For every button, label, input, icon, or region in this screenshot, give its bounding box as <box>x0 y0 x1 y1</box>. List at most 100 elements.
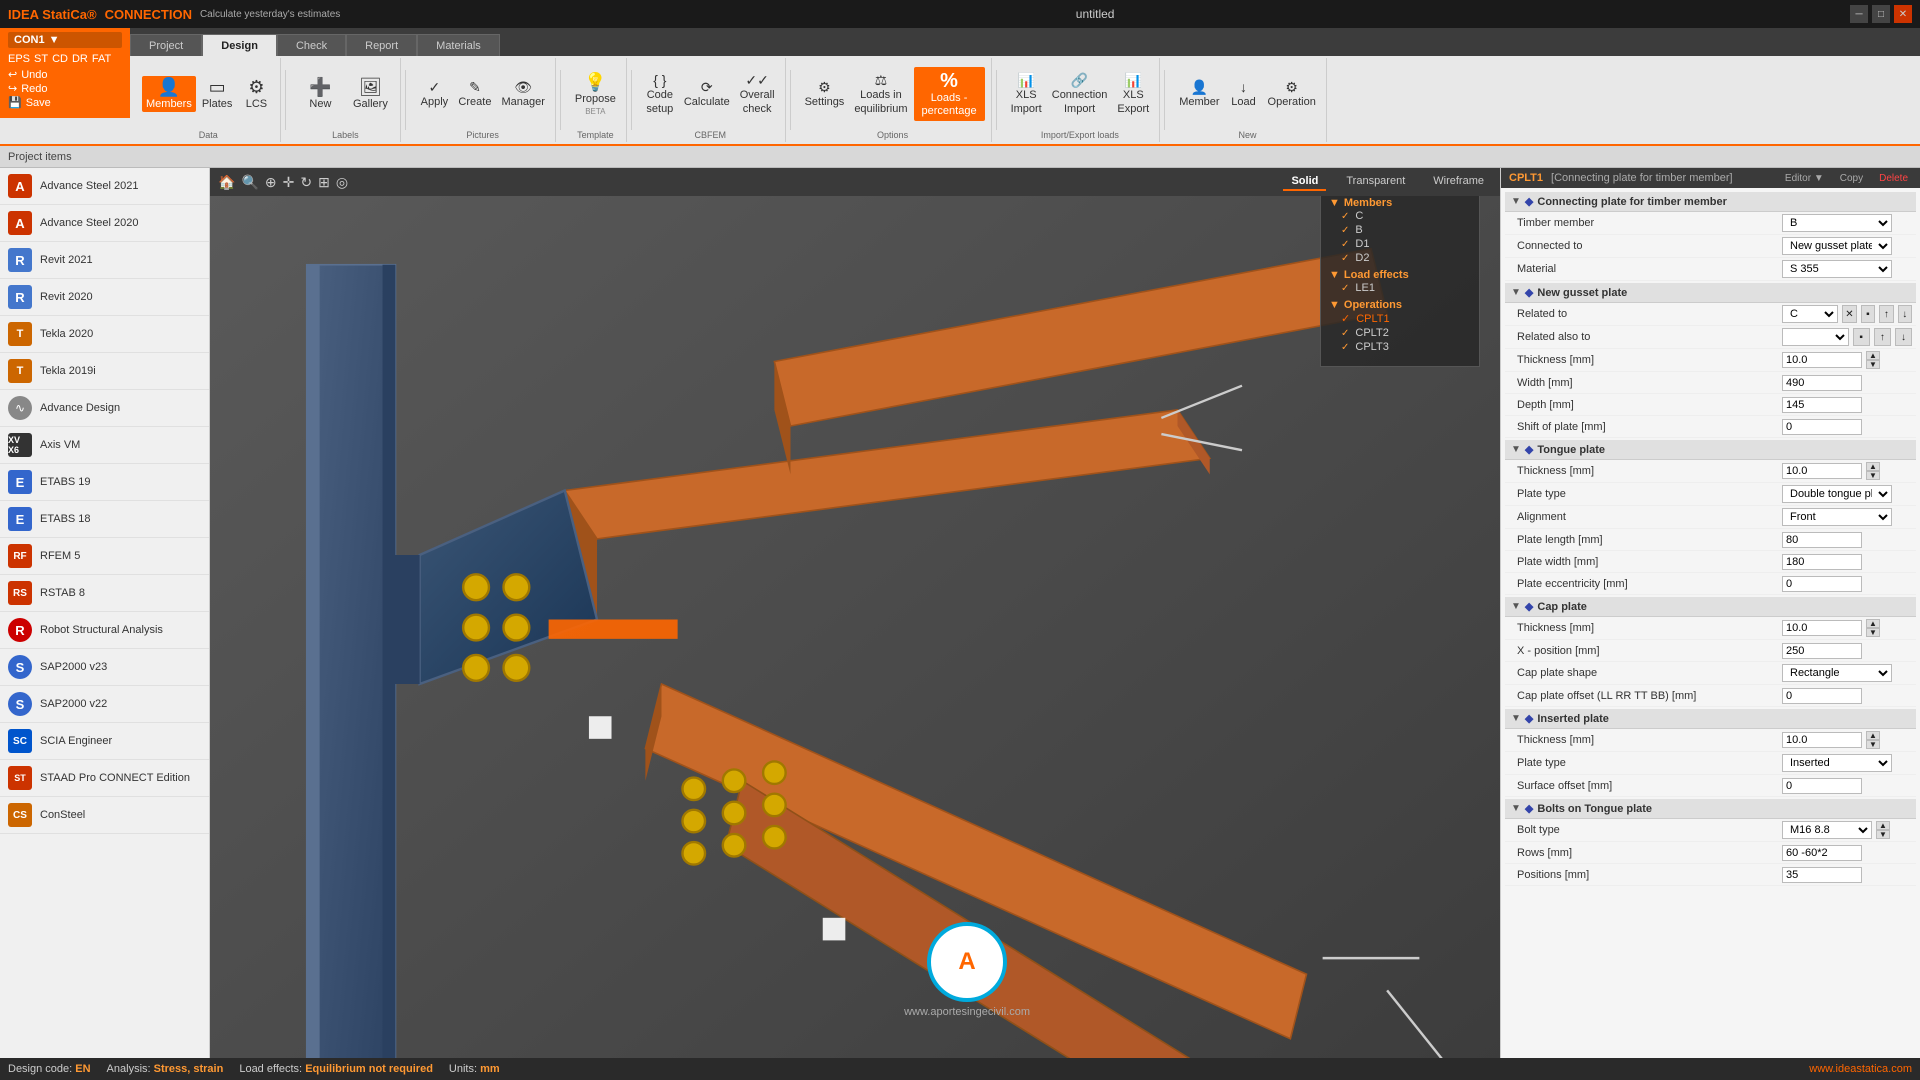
solid-view-button[interactable]: Solid <box>1283 173 1326 191</box>
wireframe-view-button[interactable]: Wireframe <box>1425 173 1492 191</box>
x-position-input[interactable] <box>1782 643 1862 659</box>
gusset-depth-input[interactable] <box>1782 397 1862 413</box>
surface-offset-input[interactable] <box>1782 778 1862 794</box>
bolt-type-value[interactable]: M16 8.8 ▲ ▼ <box>1782 821 1912 839</box>
settings-button[interactable]: ⚙ Settings <box>801 78 849 110</box>
sidebar-item-scia-engineer[interactable]: SC SCIA Engineer <box>0 723 209 760</box>
new-operation-button[interactable]: ⚙ Operation <box>1264 78 1320 110</box>
section-inserted-plate-header[interactable]: ▼ ◆ Inserted plate <box>1505 709 1916 729</box>
manager-button[interactable]: 👁 Manager <box>497 78 548 110</box>
undo-button[interactable]: ↩Undo <box>8 68 122 81</box>
connected-to-value[interactable]: New gusset plate <box>1782 237 1912 255</box>
section-connecting-plate-header[interactable]: ▼ ◆ Connecting plate for timber member <box>1505 192 1916 212</box>
calculate-button[interactable]: ⟳ Calculate <box>680 78 734 110</box>
gallery-button[interactable]: 🖼 Gallery <box>346 76 394 112</box>
gusset-thickness-down[interactable]: ▼ <box>1866 360 1880 369</box>
sidebar-item-staad-pro[interactable]: ST STAAD Pro CONNECT Edition <box>0 760 209 797</box>
sidebar-item-sap2000-v23[interactable]: S SAP2000 v23 <box>0 649 209 686</box>
tab-design[interactable]: Design <box>202 34 277 56</box>
eps-button[interactable]: EPS <box>8 53 30 65</box>
rows-input[interactable] <box>1782 845 1862 861</box>
section-cap-plate-header[interactable]: ▼ ◆ Cap plate <box>1505 597 1916 617</box>
gusset-width-value[interactable] <box>1782 375 1912 391</box>
sidebar-item-tekla-2019i[interactable]: T Tekla 2019i <box>0 353 209 390</box>
inserted-plate-type-value[interactable]: Inserted <box>1782 754 1912 772</box>
editor-button[interactable]: Editor ▼ <box>1781 173 1828 184</box>
inserted-thickness-value[interactable]: ▲ ▼ <box>1782 731 1912 749</box>
related-also-up-btn[interactable]: ↑ <box>1874 328 1891 346</box>
cplt2-item[interactable]: ✓ CPLT2 <box>1329 326 1471 340</box>
tongue-thickness-down[interactable]: ▼ <box>1866 471 1880 480</box>
filter-button[interactable]: ◎ <box>336 174 348 191</box>
positions-value[interactable] <box>1782 867 1912 883</box>
gusset-thickness-input[interactable] <box>1782 352 1862 368</box>
bolt-type-select[interactable]: M16 8.8 <box>1782 821 1872 839</box>
inserted-thickness-up[interactable]: ▲ <box>1866 731 1880 740</box>
lcs-button[interactable]: ⚙ LCS <box>238 76 274 112</box>
gusset-width-input[interactable] <box>1782 375 1862 391</box>
bolt-type-up[interactable]: ▲ <box>1876 821 1890 830</box>
related-to-value[interactable]: C ✕ ▪ ↑ ↓ <box>1782 305 1912 323</box>
dr-button[interactable]: DR <box>72 53 88 65</box>
related-to-x-btn[interactable]: ✕ <box>1842 305 1856 323</box>
zoom-button[interactable]: ⊕ <box>265 174 277 191</box>
home-button[interactable]: 🏠 <box>218 174 235 191</box>
plate-length-value[interactable] <box>1782 532 1912 548</box>
plate-length-input[interactable] <box>1782 532 1862 548</box>
plate-type-select[interactable]: Double tongue plate <box>1782 485 1892 503</box>
canvas-area[interactable]: 🏠 🔍 ⊕ ✛ ↻ ⊞ ◎ Solid Transparent Wirefram… <box>210 168 1500 1058</box>
plate-width-value[interactable] <box>1782 554 1912 570</box>
material-select[interactable]: S 355 <box>1782 260 1892 278</box>
sidebar-item-advance-steel-2020[interactable]: A Advance Steel 2020 <box>0 205 209 242</box>
sidebar-item-revit-2020[interactable]: R Revit 2020 <box>0 279 209 316</box>
tab-project[interactable]: Project <box>130 34 202 56</box>
cplt3-item[interactable]: ✓ CPLT3 <box>1329 340 1471 354</box>
fat-button[interactable]: FAT <box>92 53 111 65</box>
search-button[interactable]: 🔍 <box>241 174 258 191</box>
related-to-down-btn[interactable]: ↓ <box>1898 305 1912 323</box>
sidebar-item-sap2000-v22[interactable]: S SAP2000 v22 <box>0 686 209 723</box>
xls-export-button[interactable]: 📊 XLS Export <box>1113 71 1153 117</box>
sidebar-item-consteel[interactable]: CS ConSteel <box>0 797 209 834</box>
timber-member-value[interactable]: B <box>1782 214 1912 232</box>
members-tree-header[interactable]: ▼ Members <box>1329 197 1471 209</box>
redo-button[interactable]: ↪Redo <box>8 82 122 95</box>
cd-button[interactable]: CD <box>52 53 68 65</box>
member-d2[interactable]: ✓ D2 <box>1329 251 1471 265</box>
plates-button[interactable]: ▭ Plates <box>198 76 237 112</box>
related-also-down-btn[interactable]: ↓ <box>1895 328 1912 346</box>
tongue-thickness-input[interactable] <box>1782 463 1862 479</box>
bolt-type-down[interactable]: ▼ <box>1876 830 1890 839</box>
sidebar-item-advance-steel-2021[interactable]: A Advance Steel 2021 <box>0 168 209 205</box>
gusset-thickness-up[interactable]: ▲ <box>1866 351 1880 360</box>
related-to-select[interactable]: C <box>1782 305 1838 323</box>
member-d1[interactable]: ✓ D1 <box>1329 237 1471 251</box>
le1-item[interactable]: ✓ LE1 <box>1329 281 1471 295</box>
overall-check-button[interactable]: ✓✓ Overall check <box>736 71 779 117</box>
delete-panel-button[interactable]: Delete <box>1875 173 1912 184</box>
sidebar-item-axis-vm[interactable]: XV X6 Axis VM <box>0 427 209 464</box>
minimize-button[interactable]: ─ <box>1850 5 1868 23</box>
sidebar-item-rstab-8[interactable]: RS RSTAB 8 <box>0 575 209 612</box>
propose-button[interactable]: 💡 Propose BETA <box>571 71 620 118</box>
section-tongue-plate-header[interactable]: ▼ ◆ Tongue plate <box>1505 440 1916 460</box>
tab-materials[interactable]: Materials <box>417 34 500 56</box>
plate-type-value[interactable]: Double tongue plate <box>1782 485 1912 503</box>
cap-plate-shape-select[interactable]: Rectangle <box>1782 664 1892 682</box>
transparent-view-button[interactable]: Transparent <box>1338 173 1413 191</box>
tongue-thickness-value[interactable]: ▲ ▼ <box>1782 462 1912 480</box>
tongue-thickness-up[interactable]: ▲ <box>1866 462 1880 471</box>
member-c[interactable]: ✓ C <box>1329 209 1471 223</box>
st-button[interactable]: ST <box>34 53 48 65</box>
members-button[interactable]: 👤 Members <box>142 76 196 112</box>
alignment-value[interactable]: Front <box>1782 508 1912 526</box>
cap-plate-offset-value[interactable] <box>1782 688 1912 704</box>
cap-thickness-down[interactable]: ▼ <box>1866 628 1880 637</box>
tab-report[interactable]: Report <box>346 34 417 56</box>
new-label-button[interactable]: ➕ New <box>296 76 344 112</box>
load-effects-tree-header[interactable]: ▼ Load effects <box>1329 269 1471 281</box>
loads-percentage-button[interactable]: % Loads - percentage <box>914 67 985 121</box>
sidebar-item-etabs-18[interactable]: E ETABS 18 <box>0 501 209 538</box>
section-bolts-tongue-header[interactable]: ▼ ◆ Bolts on Tongue plate <box>1505 799 1916 819</box>
tab-check[interactable]: Check <box>277 34 346 56</box>
